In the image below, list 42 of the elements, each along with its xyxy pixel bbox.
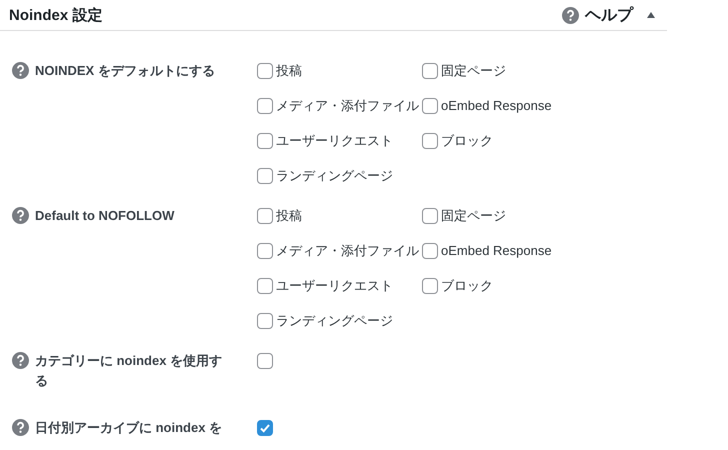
checkbox[interactable] <box>257 243 273 259</box>
checkbox[interactable] <box>257 63 273 79</box>
checkbox[interactable] <box>422 133 438 149</box>
checkbox-option[interactable]: 投稿 <box>257 206 422 226</box>
setting-label: NOINDEX をデフォルトにする <box>35 62 215 80</box>
help-toggle[interactable]: ヘルプ <box>562 4 633 26</box>
checkbox-option[interactable]: 投稿 <box>257 61 422 81</box>
checkbox-option[interactable]: ブロック <box>422 131 602 151</box>
checkbox-option[interactable]: oEmbed Response <box>422 241 602 261</box>
help-icon[interactable] <box>12 207 29 224</box>
setting-label: 日付別アーカイブに noindex を <box>35 419 222 437</box>
checkbox-option[interactable]: 固定ページ <box>422 206 602 226</box>
checkbox-option[interactable]: メディア・添付ファイル <box>257 241 422 261</box>
panel-title: Noindex 設定 <box>9 6 104 24</box>
help-icon[interactable] <box>12 419 29 436</box>
checkbox[interactable] <box>422 63 438 79</box>
checkbox-option[interactable]: ランディングページ <box>257 166 422 186</box>
checkbox-option[interactable]: ユーザーリクエスト <box>257 131 422 151</box>
setting-label: カテゴリーに noindex を使用する <box>35 352 224 390</box>
checkbox-option[interactable]: メディア・添付ファイル <box>257 96 422 116</box>
help-icon[interactable] <box>562 7 579 24</box>
checkbox[interactable] <box>257 420 273 436</box>
checkbox[interactable] <box>257 208 273 224</box>
checkbox-option[interactable]: ランディングページ <box>257 311 422 331</box>
help-icon[interactable] <box>12 352 29 369</box>
checkbox-option[interactable]: oEmbed Response <box>422 96 602 116</box>
checkbox[interactable] <box>257 353 273 369</box>
setting-label: Default to NOFOLLOW <box>35 207 174 225</box>
checkbox[interactable] <box>422 243 438 259</box>
checkbox[interactable] <box>257 278 273 294</box>
checkbox[interactable] <box>422 208 438 224</box>
collapse-icon[interactable] <box>647 12 655 18</box>
checkbox[interactable] <box>257 168 273 184</box>
checkbox[interactable] <box>422 278 438 294</box>
checkbox[interactable] <box>422 98 438 114</box>
help-icon[interactable] <box>12 62 29 79</box>
checkbox-option[interactable]: 固定ページ <box>422 61 602 81</box>
checkbox-option[interactable]: ユーザーリクエスト <box>257 276 422 296</box>
checkbox-option[interactable]: ブロック <box>422 276 602 296</box>
checkbox[interactable] <box>257 98 273 114</box>
checkbox[interactable] <box>257 313 273 329</box>
checkbox[interactable] <box>257 133 273 149</box>
